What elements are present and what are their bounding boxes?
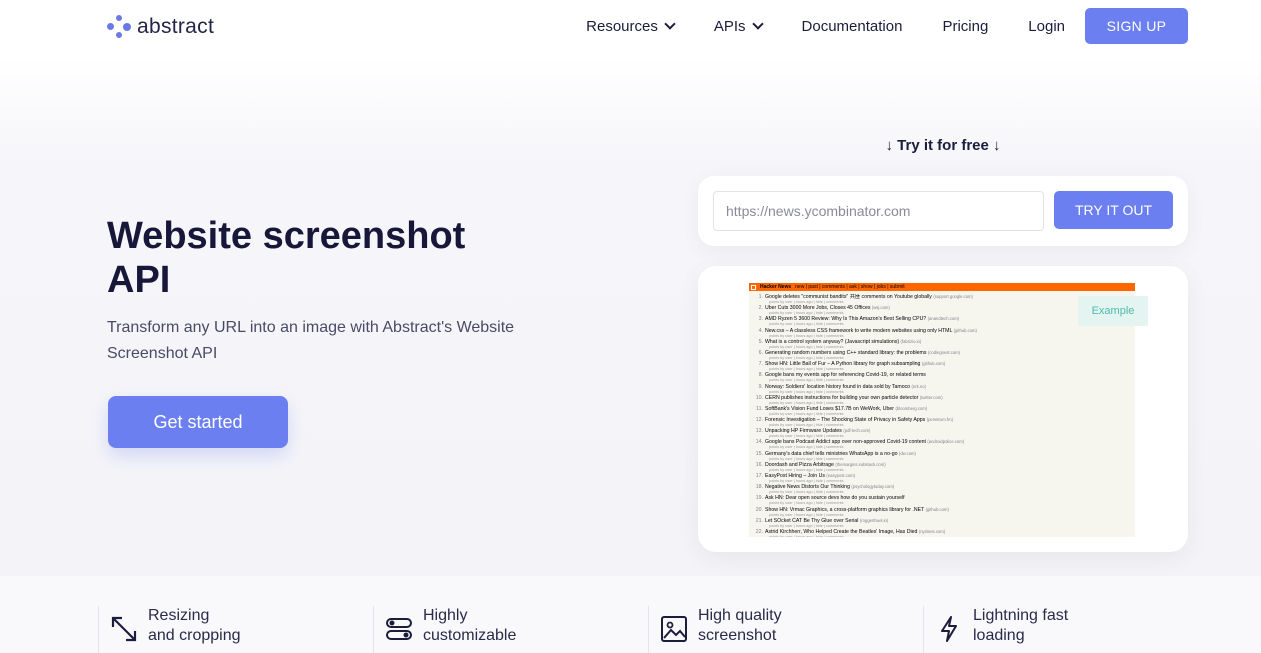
example-badge: Example bbox=[1078, 296, 1148, 326]
hn-story-meta: points by user | hours ago | hide | comm… bbox=[769, 355, 844, 360]
nav-item-label: Login bbox=[1028, 17, 1065, 35]
chevron-down-icon bbox=[751, 18, 764, 30]
hn-story-row[interactable]: 21. Let SOcket CAT Be Thy Glue over Seria… bbox=[753, 518, 1135, 529]
feature-customizable: Highly customizable bbox=[373, 606, 648, 653]
hn-story-row[interactable]: 22. Astrid Kirchherr, Who Helped Create t… bbox=[753, 529, 1135, 537]
hn-story-row[interactable]: 6. Generating random numbers using C++ st… bbox=[753, 350, 1135, 361]
hn-story-row[interactable]: 9. Norway: Soldiers' location history fou… bbox=[753, 384, 1135, 395]
nav-item-label: APIs bbox=[713, 17, 746, 35]
hn-story-row[interactable]: 16. Doordash and Pizza Arbitrage (themarg… bbox=[753, 462, 1135, 473]
signup-button[interactable]: SIGN UP bbox=[1085, 8, 1188, 44]
hn-story-meta: points by user | hours ago | hide | comm… bbox=[769, 378, 844, 383]
hn-story-meta: points by user | hours ago | hide | comm… bbox=[769, 523, 844, 528]
url-input[interactable] bbox=[713, 191, 1044, 231]
hn-story-row[interactable]: 4. New.css – A classless CSS framework to… bbox=[753, 328, 1135, 339]
page-title: Website screenshot API bbox=[107, 215, 466, 301]
brand-logo[interactable]: abstract bbox=[107, 14, 214, 40]
hn-story-meta: points by user | hours ago | hide | comm… bbox=[769, 479, 844, 483]
hn-story-meta: points by user | hours ago | hide | comm… bbox=[769, 344, 844, 349]
hn-story-meta: points by user | hours ago | hide | comm… bbox=[769, 490, 844, 495]
hn-story-meta: points by user | hours ago | hide | comm… bbox=[769, 501, 844, 506]
hn-story-row[interactable]: 11. SoftBank's Vision Fund Loses $17.7B o… bbox=[753, 406, 1135, 417]
feature-label: Highly customizable bbox=[423, 607, 517, 644]
image-icon bbox=[661, 616, 687, 642]
brand-name: abstract bbox=[137, 15, 215, 38]
feature-fast: Lightning fast loading bbox=[923, 606, 1198, 653]
nav-item-pricing[interactable]: Pricing bbox=[942, 18, 988, 35]
feature-resizing: Resizing and cropping bbox=[98, 606, 373, 653]
hn-story-row[interactable]: 12. Forensic Investigation – The Shocking… bbox=[753, 417, 1135, 428]
resize-icon bbox=[111, 616, 137, 642]
bolt-icon bbox=[941, 616, 957, 642]
hn-story-row[interactable]: 14. Google bans Podcast Addict app over n… bbox=[753, 439, 1135, 450]
hn-story-meta: points by user | hours ago | hide | comm… bbox=[769, 333, 844, 338]
hn-story-meta: points by user | hours ago | hide | comm… bbox=[769, 534, 844, 537]
feature-label: Lightning fast loading bbox=[973, 607, 1069, 644]
features-strip: Resizing and cropping Highly customizable … bbox=[0, 576, 1261, 653]
nav-item-apis[interactable]: APIs bbox=[713, 17, 764, 35]
hn-story-row[interactable]: 5. What is a control system anyway? (Java… bbox=[753, 339, 1135, 350]
hn-story-meta: points by user | hours ago | hide | comm… bbox=[769, 512, 844, 517]
hn-story-meta: points by user | hours ago | hide | comm… bbox=[769, 411, 844, 416]
hn-story-row[interactable]: 19. Ask HN: Dear open source devs how do … bbox=[753, 495, 1135, 506]
hn-nav-links: new | past | comments | ask | show | job… bbox=[795, 284, 905, 290]
hn-story-row[interactable]: 13. Unpacking HP Firmware Updates (pdf-te… bbox=[753, 428, 1135, 439]
hn-story-meta: points by user | hours ago | hide | comm… bbox=[769, 400, 844, 405]
hn-story-row[interactable]: 18. Negative News Distorts Our Thinking (… bbox=[753, 484, 1135, 495]
hn-story-row[interactable]: 10. CERN publishes instructions for build… bbox=[753, 395, 1135, 406]
hn-story-meta: points by user | hours ago | hide | comm… bbox=[769, 434, 844, 439]
nav-item-label: Documentation bbox=[801, 17, 903, 35]
hn-story-meta: points by user | hours ago | hide | comm… bbox=[769, 389, 844, 394]
hero-subtitle: Transform any URL into an image with Abs… bbox=[107, 319, 515, 362]
nav-links: Resources APIs Documentation Pricing Log… bbox=[546, 8, 1188, 44]
try-free-heading: ↓ Try it for free ↓ bbox=[885, 137, 1001, 154]
get-started-button[interactable]: Get started bbox=[108, 396, 288, 448]
toggles-icon bbox=[386, 618, 412, 640]
hn-story-row[interactable]: 15. Germany's data chief tells ministries… bbox=[753, 451, 1135, 462]
hn-story-row[interactable]: 8. Google bans my events app for referenc… bbox=[753, 372, 1135, 383]
hn-story-meta: points by user | hours ago | hide | comm… bbox=[769, 467, 844, 472]
feature-quality: High quality screenshot bbox=[648, 606, 923, 653]
abstract-logo-icon bbox=[107, 15, 131, 39]
chevron-down-icon bbox=[664, 18, 676, 30]
hn-site-name: Hacker News bbox=[760, 284, 792, 290]
hn-story-row[interactable]: 7. Show HN: Little Ball of Fur – A Python… bbox=[753, 361, 1135, 372]
top-nav: abstract Resources APIs Documentation Pr… bbox=[0, 0, 1261, 56]
hn-header-bar: Hacker News new | past | comments | ask … bbox=[749, 283, 1135, 291]
try-it-out-button[interactable]: TRY IT OUT bbox=[1054, 191, 1173, 229]
feature-label: High quality screenshot bbox=[698, 607, 782, 644]
nav-item-label: Resources bbox=[586, 17, 658, 35]
hn-story-row[interactable]: 20. Show HN: Vrmac Graphics, a cross-plat… bbox=[753, 507, 1135, 518]
hn-story-meta: points by user | hours ago | hide | comm… bbox=[769, 445, 844, 450]
nav-item-label: Pricing bbox=[942, 17, 989, 35]
nav-item-resources[interactable]: Resources bbox=[586, 17, 676, 35]
hn-story-meta: points by user | hours ago | hide | comm… bbox=[769, 456, 844, 461]
try-card: TRY IT OUT bbox=[698, 176, 1188, 246]
hn-story-row[interactable]: 17. EasyPost Hiring – Join Us (easypost.c… bbox=[753, 473, 1135, 484]
hn-story-meta: points by user | hours ago | hide | comm… bbox=[769, 423, 844, 428]
hn-story-list: 1. Google deletes "communist bandits" 共匪 … bbox=[749, 291, 1135, 537]
hn-story-meta: points by user | hours ago | hide | comm… bbox=[769, 367, 844, 372]
screenshot-preview-card: Hacker News new | past | comments | ask … bbox=[698, 266, 1188, 552]
nav-item-login[interactable]: Login bbox=[1028, 18, 1065, 35]
hn-logo-icon bbox=[751, 284, 756, 290]
nav-item-documentation[interactable]: Documentation bbox=[802, 18, 903, 35]
feature-label: Resizing and cropping bbox=[148, 607, 241, 644]
